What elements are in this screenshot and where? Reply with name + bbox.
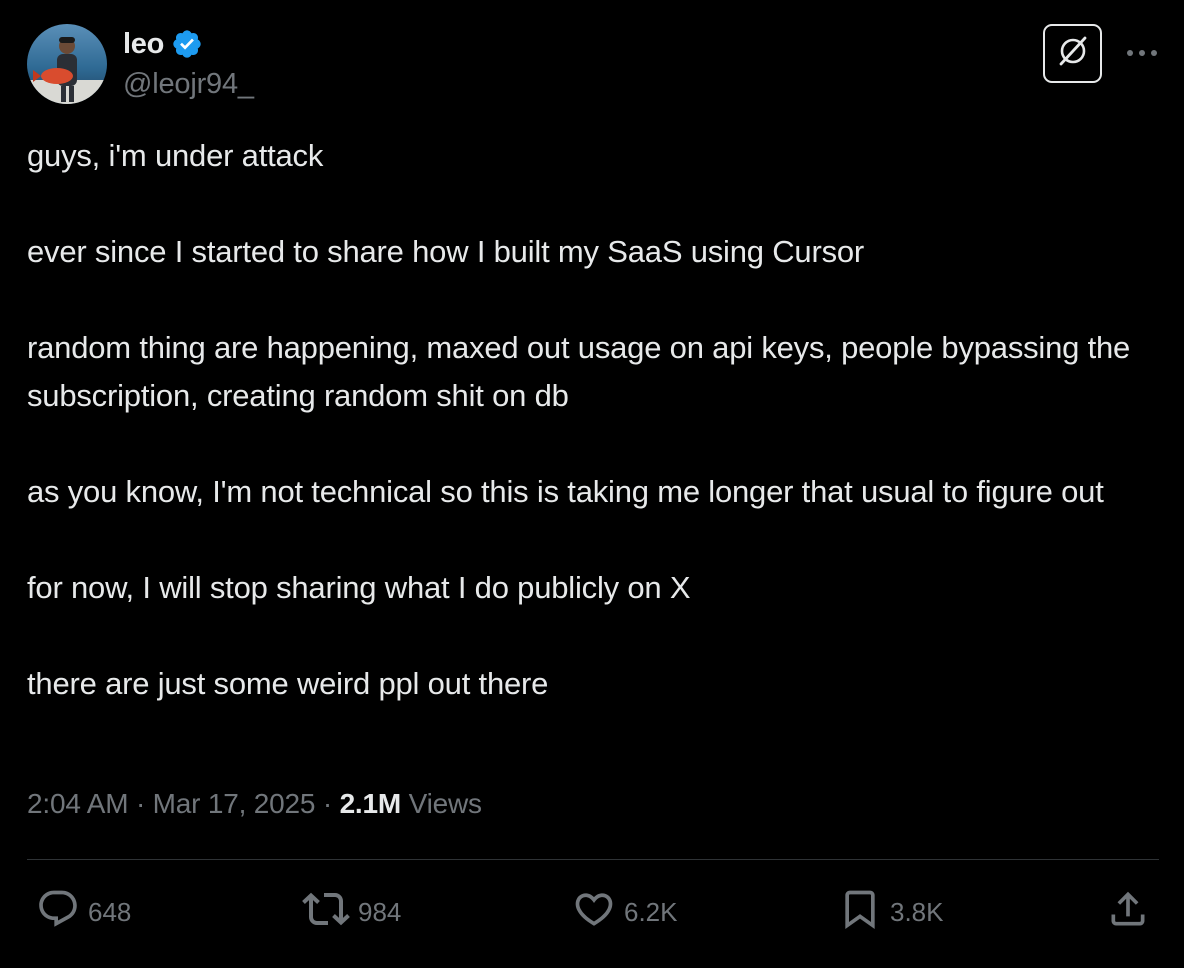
author-handle[interactable]: @leojr94_: [123, 68, 254, 101]
bookmark-icon: [838, 887, 882, 938]
tweet-paragraph: random thing are happening, maxed out us…: [27, 330, 1131, 413]
avatar[interactable]: [27, 24, 107, 104]
share-button[interactable]: [1106, 884, 1150, 940]
tweet-paragraph: for now, I will stop sharing what I do p…: [27, 570, 691, 605]
repost-icon: [302, 885, 350, 940]
tweet-paragraph: ever since I started to share how I buil…: [27, 234, 865, 269]
author-display-name[interactable]: leo: [123, 28, 164, 61]
like-count: 6.2K: [624, 896, 678, 927]
grok-button[interactable]: [1043, 24, 1102, 83]
reply-icon: [36, 887, 80, 938]
repost-button[interactable]: 984: [302, 884, 401, 940]
author-name-row: leo: [123, 26, 254, 62]
reply-button[interactable]: 648: [36, 884, 131, 940]
like-button[interactable]: 6.2K: [572, 884, 678, 940]
bookmark-count: 3.8K: [890, 896, 944, 927]
bookmark-button[interactable]: 3.8K: [838, 884, 944, 940]
grok-icon: [1055, 33, 1091, 74]
more-horizontal-icon: [1126, 44, 1158, 62]
tweet-date[interactable]: Mar 17, 2025: [153, 788, 316, 819]
repost-count: 984: [358, 896, 402, 927]
divider: [27, 859, 1159, 860]
verified-badge-icon[interactable]: [171, 28, 203, 60]
tweet-paragraph: there are just some weird ppl out there: [27, 666, 549, 701]
tweet-paragraph: guys, i'm under attack: [27, 138, 324, 173]
author-block: leo @leojr94_: [123, 26, 254, 101]
tweet-time[interactable]: 2:04 AM: [27, 788, 129, 819]
meta-separator: ·: [322, 788, 332, 819]
tweet-text: guys, i'm under attack ever since I star…: [27, 132, 1147, 708]
views-count: 2.1M: [339, 788, 402, 819]
heart-icon: [572, 887, 616, 938]
share-icon: [1106, 887, 1150, 938]
reply-count: 648: [88, 896, 132, 927]
tweet: leo @leojr94_ guys, i'm under attack eve…: [0, 0, 1184, 968]
engagement-bar: 648 984 6.2K 3.8K: [0, 884, 1184, 940]
avatar-image: [27, 24, 107, 104]
more-options-button[interactable]: [1120, 38, 1164, 68]
meta-separator: ·: [135, 788, 146, 819]
views-label: Views: [408, 788, 482, 819]
tweet-meta: 2:04 AM · Mar 17, 2025 · 2.1M Views: [27, 788, 482, 820]
tweet-paragraph: as you know, I'm not technical so this i…: [27, 474, 1104, 509]
